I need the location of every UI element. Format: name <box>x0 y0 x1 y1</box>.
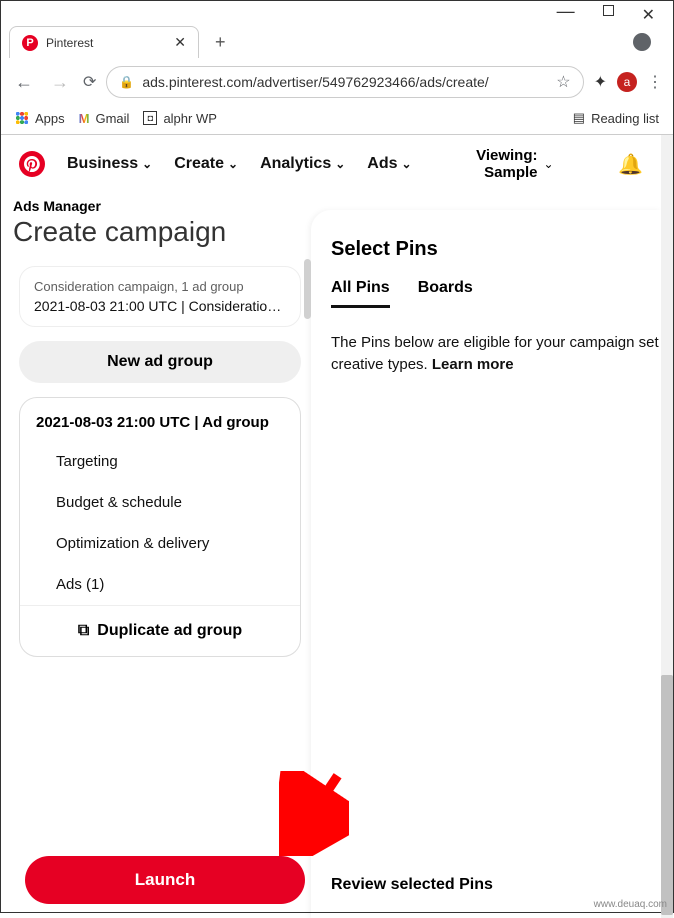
profile-indicator-icon[interactable] <box>633 33 651 51</box>
campaign-label: Consideration campaign, 1 ad group <box>34 279 286 294</box>
duplicate-ad-group-button[interactable]: ⧉ Duplicate ad group <box>20 605 300 656</box>
tab-boards[interactable]: Boards <box>418 279 473 308</box>
window-close-button[interactable]: ✕ <box>642 5 655 26</box>
nav-ads[interactable]: Ads ⌄ <box>367 155 411 173</box>
page-scrollbar[interactable] <box>661 135 673 918</box>
bookmark-gmail[interactable]: M Gmail <box>79 111 130 126</box>
learn-more-link[interactable]: Learn more <box>432 356 514 373</box>
adgroup-item-ads[interactable]: Ads (1) <box>20 564 300 605</box>
launch-button[interactable]: Launch <box>25 856 305 904</box>
chevron-down-icon: ⌄ <box>228 157 238 171</box>
apps-grid-icon <box>15 111 29 125</box>
sidebar-scrollbar[interactable] <box>304 259 311 918</box>
new-tab-button[interactable]: + <box>207 32 234 53</box>
ad-group-card: 2021-08-03 21:00 UTC | Ad group Targetin… <box>19 397 301 657</box>
chevron-down-icon: ⌄ <box>402 157 412 171</box>
viewing-label: Viewing: <box>476 147 537 164</box>
tab-all-pins[interactable]: All Pins <box>331 279 390 308</box>
window-minimize-button[interactable]: — <box>557 1 575 22</box>
reload-button[interactable]: ⟳ <box>83 72 96 92</box>
page-title: Create campaign <box>11 214 303 262</box>
eligibility-text: The Pins below are eligible for your cam… <box>331 318 661 391</box>
nav-analytics[interactable]: Analytics ⌄ <box>260 155 345 173</box>
adgroup-item-targeting[interactable]: Targeting <box>20 441 300 482</box>
reading-list-icon: ▤ <box>573 110 585 126</box>
adgroup-item-optimization[interactable]: Optimization & delivery <box>20 523 300 564</box>
extensions-icon[interactable]: ✦ <box>594 72 607 92</box>
nav-create[interactable]: Create ⌄ <box>174 155 238 173</box>
nav-label: Ads <box>367 155 397 173</box>
browser-tab[interactable]: P Pinterest ✕ <box>9 26 199 58</box>
bookmark-label: Apps <box>35 111 65 126</box>
address-bar[interactable]: 🔒 ads.pinterest.com/advertiser/549762923… <box>106 66 583 98</box>
campaign-details: 2021-08-03 21:00 UTC | Consideration (f.… <box>34 298 286 314</box>
scrollbar-thumb[interactable] <box>661 675 673 915</box>
forward-button[interactable]: → <box>47 70 73 95</box>
watermark-text: www.deuaq.com <box>594 899 667 910</box>
breadcrumb: Ads Manager <box>11 194 303 214</box>
gmail-icon: M <box>79 111 90 126</box>
nav-viewing-account[interactable]: Viewing: Sample ⌄ <box>476 147 553 182</box>
duplicate-label: Duplicate ad group <box>97 622 242 640</box>
bookmark-label: Gmail <box>95 111 129 126</box>
nav-business[interactable]: Business ⌄ <box>67 155 152 173</box>
back-button[interactable]: ← <box>11 70 37 95</box>
duplicate-icon: ⧉ <box>78 622 89 640</box>
bookmark-star-icon[interactable]: ☆ <box>556 72 570 92</box>
ad-group-heading[interactable]: 2021-08-03 21:00 UTC | Ad group <box>20 398 300 441</box>
nav-label: Create <box>174 155 224 173</box>
viewing-value: Sample <box>484 164 537 181</box>
alphr-icon: ◘ <box>143 111 157 125</box>
notification-bell-icon[interactable]: 🔔 <box>618 152 643 177</box>
reading-list-label: Reading list <box>591 111 659 126</box>
pinterest-top-nav: Business ⌄ Create ⌄ Analytics ⌄ Ads ⌄ Vi… <box>1 135 661 194</box>
select-pins-heading: Select Pins <box>331 210 661 279</box>
new-ad-group-button[interactable]: New ad group <box>19 341 301 383</box>
tab-title: Pinterest <box>46 36 166 50</box>
lock-icon: 🔒 <box>119 75 134 89</box>
scrollbar-thumb[interactable] <box>304 259 311 319</box>
profile-avatar[interactable]: a <box>617 72 637 92</box>
bookmark-label: alphr WP <box>163 111 216 126</box>
reading-list-button[interactable]: ▤ Reading list <box>573 110 659 126</box>
url-text: ads.pinterest.com/advertiser/54976292346… <box>142 74 548 90</box>
chevron-down-icon: ⌄ <box>335 157 345 171</box>
tab-close-icon[interactable]: ✕ <box>174 34 186 51</box>
pinterest-logo-icon[interactable] <box>19 151 45 177</box>
bookmark-alphr[interactable]: ◘ alphr WP <box>143 111 216 126</box>
chevron-down-icon: ⌄ <box>142 157 152 171</box>
adgroup-item-budget[interactable]: Budget & schedule <box>20 482 300 523</box>
nav-label: Analytics <box>260 155 331 173</box>
chevron-down-icon: ⌄ <box>544 157 554 171</box>
chrome-menu-icon[interactable]: ⋮ <box>647 72 663 92</box>
bookmark-apps[interactable]: Apps <box>15 111 65 126</box>
nav-label: Business <box>67 155 138 173</box>
pinterest-favicon: P <box>22 35 38 51</box>
campaign-summary-card[interactable]: Consideration campaign, 1 ad group 2021-… <box>19 266 301 327</box>
window-maximize-button[interactable] <box>603 5 614 16</box>
